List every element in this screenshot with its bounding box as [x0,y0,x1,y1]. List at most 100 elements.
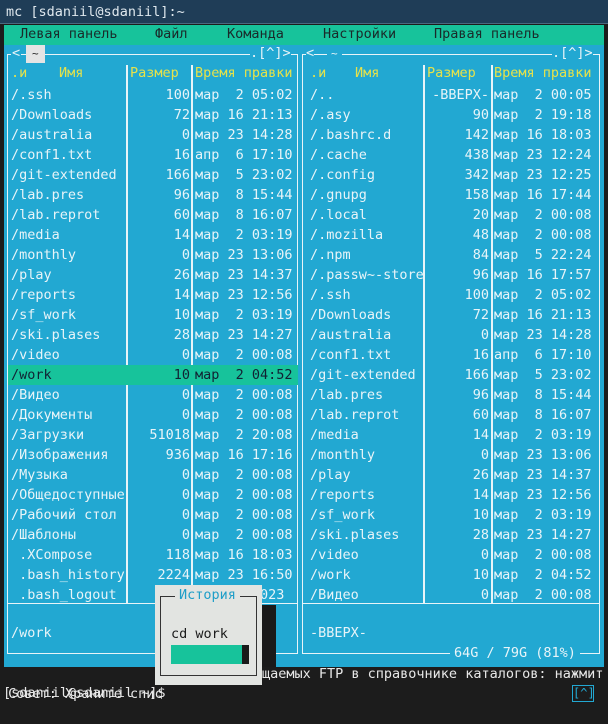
file-size: 14 [173,287,190,303]
file-row[interactable]: /.cache 438 мар 23 12:24 [304,145,599,165]
file-size: 0 [480,447,489,463]
right-path[interactable]: ~ [327,45,342,63]
file-row[interactable]: /.asy 90 мар 2 19:18 [304,105,599,125]
file-row[interactable]: /video 0 мар 2 00:08 [304,545,599,565]
menu-file[interactable]: Файл [155,26,188,42]
left-col-size[interactable]: Размер [130,65,179,81]
file-row[interactable]: /Downloads 72 мар 16 21:13 [8,105,298,125]
file-size: 16 [173,147,190,163]
file-row[interactable]: /.npm 84 мар 5 22:24 [304,245,599,265]
file-name: /monthly [310,447,376,463]
file-row[interactable]: /.bashrc.d 142 мар 16 18:03 [304,125,599,145]
file-row[interactable]: /ski.plases 28 мар 23 14:27 [304,525,599,545]
file-row[interactable]: /play 26 мар 23 14:37 [304,465,599,485]
file-row[interactable]: /.local 20 мар 2 00:08 [304,205,599,225]
file-size: 90 [472,107,489,123]
left-path[interactable]: ~ [26,45,45,63]
right-sort-indicator[interactable]: .и [310,65,326,81]
file-time: мар 23 14:37 [494,467,592,483]
file-name: /media [310,427,359,443]
file-row[interactable]: /work 10 мар 2 04:52 [8,365,298,385]
file-row[interactable]: /Шаблоны 0 мар 2 00:08 [8,525,298,545]
menu-left-panel[interactable]: Левая панель [20,26,118,42]
file-row[interactable]: /Загрузки 51018 мар 2 20:08 [8,425,298,445]
file-row[interactable]: /reports 14 мар 23 12:56 [304,485,599,505]
file-row[interactable]: /.ssh 100 мар 2 05:02 [8,85,298,105]
file-row[interactable]: /Изображения 936 мар 16 17:16 [8,445,298,465]
file-row[interactable]: /lab.pres 96 мар 8 15:44 [8,185,298,205]
file-row[interactable]: /.gnupg 158 мар 16 17:44 [304,185,599,205]
file-size: 10 [173,367,190,383]
file-name: /Рабочий стол [11,507,117,523]
left-nav[interactable]: < [11,45,22,61]
right-col-name[interactable]: Имя [355,65,379,81]
file-time: мар 16 17:44 [494,187,592,203]
shell-prompt[interactable]: [sdaniil@sdaniil ~]$ [3,684,166,702]
file-row[interactable]: /play 26 мар 23 14:37 [8,265,298,285]
file-size: 14 [472,427,489,443]
file-row[interactable]: /sf_work 10 мар 2 03:19 [8,305,298,325]
file-row[interactable]: /.passw~-store 96 мар 16 17:57 [304,265,599,285]
file-row[interactable]: /media 14 мар 2 03:19 [304,425,599,445]
file-row[interactable]: /conf1.txt 16 апр 6 17:10 [8,145,298,165]
file-row[interactable]: .XCompose 118 мар 16 18:03 [8,545,298,565]
file-row[interactable]: /sf_work 10 мар 2 03:19 [304,505,599,525]
file-size: 0 [181,127,190,143]
file-row[interactable]: /Видео 0 мар 2 00:08 [304,585,599,605]
right-nav[interactable]: < [306,45,315,61]
file-row[interactable]: /Рабочий стол 0 мар 2 00:08 [8,505,298,525]
file-row[interactable]: /australia 0 мар 23 14:28 [8,125,298,145]
file-row[interactable]: .bash_history 2224 мар 23 16:50 [8,565,298,585]
file-name: /work [11,367,52,383]
file-row[interactable]: /australia 0 мар 23 14:28 [304,325,599,345]
file-name: /Музыка [11,467,68,483]
file-time: мар 2 03:19 [494,507,592,523]
file-row[interactable]: /lab.reprot 60 мар 8 16:07 [8,205,298,225]
file-row[interactable]: /.mozilla 48 мар 2 00:08 [304,225,599,245]
file-row[interactable]: /reports 14 мар 23 12:56 [8,285,298,305]
left-col-time[interactable]: Время правки [195,65,293,81]
history-item[interactable]: cd work [171,626,228,642]
file-row[interactable]: /Видео 0 мар 2 00:08 [8,385,298,405]
file-size: 0 [480,547,489,563]
file-size: 60 [173,207,190,223]
file-row[interactable]: /monthly 0 мар 23 13:06 [8,245,298,265]
left-col-name[interactable]: Имя [59,65,83,81]
menu-command[interactable]: Команда [227,26,284,42]
file-row[interactable]: /conf1.txt 16 апр 6 17:10 [304,345,599,365]
file-row[interactable]: /git-extended 166 мар 5 23:02 [304,365,599,385]
file-row[interactable]: /lab.pres 96 мар 8 15:44 [304,385,599,405]
file-row[interactable]: /ski.plases 28 мар 23 14:27 [8,325,298,345]
left-panel-controls[interactable]: .[^]> [250,45,291,61]
file-time: мар 5 23:02 [195,167,293,183]
file-time: мар 23 14:37 [195,267,293,283]
menu-bar: Левая панель Файл Команда Настройки Прав… [4,25,604,45]
file-size: 0 [181,407,190,423]
file-size: 166 [464,367,489,383]
file-name: /sf_work [11,307,77,323]
file-row[interactable]: /Downloads 72 мар 16 21:13 [304,305,599,325]
file-row[interactable]: /work 10 мар 2 04:52 [304,565,599,585]
file-row[interactable]: /monthly 0 мар 23 13:06 [304,445,599,465]
file-row[interactable]: /.config 342 мар 23 12:25 [304,165,599,185]
file-row[interactable]: /.ssh 100 мар 2 05:02 [304,285,599,305]
file-row[interactable]: /Общедоступные 0 мар 2 00:08 [8,485,298,505]
right-col-size[interactable]: Размер [427,65,476,81]
file-row[interactable]: /.. -ВВЕРХ-мар 2 00:05 [304,85,599,105]
right-col-time[interactable]: Время правки [494,65,592,81]
file-row[interactable]: /media 14 мар 2 03:19 [8,225,298,245]
file-row[interactable]: /git-extended 166 мар 5 23:02 [8,165,298,185]
left-sort-indicator[interactable]: .и [11,65,27,81]
menu-right-panel[interactable]: Правая панель [434,26,540,42]
corner-button[interactable]: [^] [572,685,595,702]
file-row[interactable]: /Документы 0 мар 2 00:08 [8,405,298,425]
file-name: /lab.pres [310,387,384,403]
history-selection-bar[interactable] [171,645,248,664]
file-row[interactable]: /lab.reprot 60 мар 8 16:07 [304,405,599,425]
right-panel-controls[interactable]: .[^]> [552,45,593,61]
file-name: /.ssh [310,287,351,303]
file-row[interactable]: /Музыка 0 мар 2 00:08 [8,465,298,485]
menu-options[interactable]: Настройки [323,26,396,42]
file-row[interactable]: /video 0 мар 2 00:08 [8,345,298,365]
dialog-scrollbar[interactable] [242,645,249,664]
